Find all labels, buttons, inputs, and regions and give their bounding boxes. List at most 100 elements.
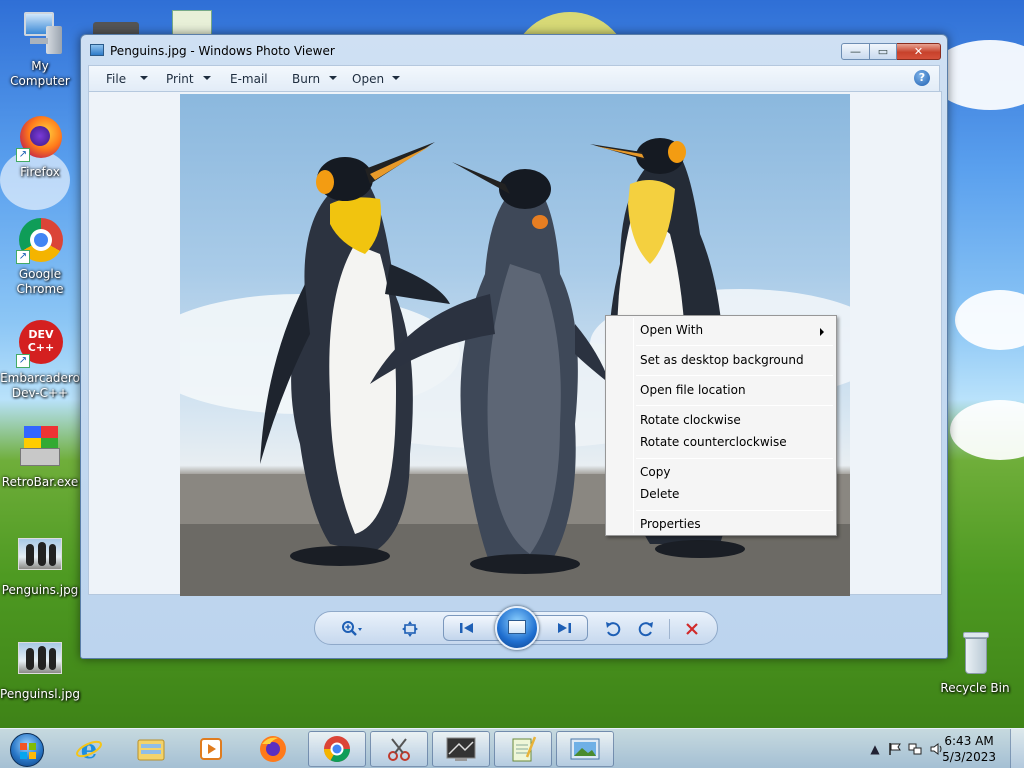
desktop-icon-chrome[interactable]: ↗ Google Chrome (0, 216, 80, 297)
title-bar[interactable]: Penguins.jpg - Windows Photo Viewer — ▭ … (81, 35, 947, 65)
action-center-flag-icon[interactable] (888, 742, 902, 756)
svg-text:e: e (81, 735, 98, 764)
desktop-icon-penguins-jpg[interactable]: Penguins.jpg (0, 532, 80, 598)
media-player-icon (200, 738, 222, 760)
slideshow-icon (508, 620, 526, 634)
desktop-icon-label: RetroBar.exe (1, 475, 79, 489)
delete-icon[interactable] (681, 618, 703, 640)
desktop-icon-my-computer[interactable]: My Computer (0, 8, 80, 89)
image-file-icon (16, 636, 64, 684)
start-button[interactable] (4, 730, 48, 768)
taskbar-firefox[interactable] (244, 731, 302, 767)
rotate-clockwise-icon[interactable] (635, 618, 657, 640)
help-icon[interactable]: ? (914, 70, 930, 86)
devcpp-icon: DEV C++ ↗ (16, 320, 64, 368)
photo-viewer-icon (570, 738, 600, 760)
context-item-open-with[interactable]: Open With (608, 320, 834, 340)
menu-separator (636, 458, 833, 459)
image-file-icon (16, 532, 64, 580)
viewer-controls (314, 606, 718, 650)
taskbar-photo-viewer[interactable] (556, 731, 614, 767)
desktop-icon-label: Firefox (20, 165, 60, 179)
desktop-icon-label: Embarcadero Dev-C++ (0, 371, 80, 400)
menu-open[interactable]: Open (352, 72, 384, 86)
photo-viewer-icon (90, 44, 104, 56)
desktop-icon-label: Recycle Bin (940, 681, 1010, 695)
cloud (950, 400, 1024, 460)
notepad-icon (512, 736, 537, 762)
notepad-desktop-icon[interactable] (172, 10, 212, 36)
taskbar-chrome[interactable] (308, 731, 366, 767)
command-bar: File Print E-mail Burn Open ? (88, 65, 940, 91)
shortcut-arrow-icon: ↗ (16, 148, 30, 162)
menu-file[interactable]: File (106, 72, 126, 86)
separator (669, 619, 670, 639)
context-item-rotate-clockwise[interactable]: Rotate clockwise (608, 410, 834, 430)
slideshow-button[interactable] (495, 606, 539, 650)
close-button[interactable]: ✕ (897, 43, 941, 60)
taskbar-paint[interactable] (432, 731, 490, 767)
menu-print[interactable]: Print (166, 72, 194, 86)
chevron-down-icon[interactable] (329, 76, 337, 80)
submenu-arrow-icon (820, 328, 824, 336)
network-icon[interactable] (908, 742, 922, 756)
context-item-label: Properties (640, 517, 701, 531)
context-item-set-desktop-background[interactable]: Set as desktop background (608, 350, 834, 370)
context-item-open-file-location[interactable]: Open file location (608, 380, 834, 400)
retrobar-icon (16, 424, 64, 472)
context-item-properties[interactable]: Properties (608, 514, 834, 534)
taskbar-notepad[interactable] (494, 731, 552, 767)
desktop-icon-penguinsl-jpg[interactable]: Penguinsl.jpg (0, 636, 80, 702)
context-item-copy[interactable]: Copy (608, 462, 834, 482)
desktop-icon-label: Penguins.jpg (1, 583, 79, 597)
paint-icon (446, 737, 476, 761)
menu-separator (636, 405, 833, 406)
recycle-bin-icon (951, 630, 999, 678)
desktop-icon-devcpp[interactable]: DEV C++ ↗ Embarcadero Dev-C++ (0, 320, 80, 401)
menu-burn[interactable]: Burn (292, 72, 320, 86)
next-icon[interactable] (553, 617, 575, 639)
context-item-label: Copy (640, 465, 671, 479)
internet-explorer-icon: e (76, 735, 102, 764)
context-item-label: Open With (640, 323, 704, 337)
taskbar-file-explorer[interactable] (122, 731, 180, 767)
menu-separator (636, 345, 833, 346)
desktop-icon-firefox[interactable]: ↗ Firefox (0, 114, 80, 180)
context-item-label: Open file location (640, 383, 746, 397)
context-item-label: Set as desktop background (640, 353, 804, 367)
desktop-icon-label: Penguinsl.jpg (0, 687, 80, 701)
caption-buttons: — ▭ ✕ (841, 43, 941, 60)
taskbar-snipping-tool[interactable] (370, 731, 428, 767)
window-title: Penguins.jpg - Windows Photo Viewer (110, 44, 335, 58)
chevron-down-icon[interactable] (392, 76, 400, 80)
file-explorer-icon (137, 739, 165, 761)
chevron-down-icon[interactable] (203, 76, 211, 80)
context-item-delete[interactable]: Delete (608, 484, 834, 504)
taskbar-internet-explorer[interactable]: e (60, 731, 118, 767)
desktop-icon-retrobar[interactable]: RetroBar.exe (0, 424, 80, 490)
taskbar-media-player[interactable] (182, 731, 240, 767)
clock[interactable]: 6:43 AM 5/3/2023 (942, 733, 996, 765)
zoom-icon[interactable] (341, 618, 363, 640)
show-desktop-button[interactable] (1010, 729, 1024, 768)
clock-date: 5/3/2023 (942, 750, 996, 764)
windows-logo-icon (10, 733, 44, 767)
context-item-label: Delete (640, 487, 680, 501)
chrome-icon (323, 736, 351, 763)
maximize-button[interactable]: ▭ (870, 43, 897, 60)
chevron-down-icon[interactable] (140, 76, 148, 80)
computer-icon (16, 8, 64, 56)
minimize-button[interactable]: — (841, 43, 870, 60)
desktop-icon-label: My Computer (10, 59, 70, 88)
previous-icon[interactable] (456, 617, 478, 639)
chrome-icon: ↗ (16, 216, 64, 264)
system-tray: ▲ 6:43 AM 5/3/2023 (844, 729, 1024, 768)
context-item-rotate-counterclockwise[interactable]: Rotate counterclockwise (608, 432, 834, 452)
context-menu: Open With Set as desktop background Open… (605, 315, 837, 536)
show-hidden-icons-chevron-up-icon[interactable]: ▲ (868, 742, 882, 756)
fit-window-icon[interactable] (399, 618, 421, 640)
firefox-icon: ↗ (16, 114, 64, 162)
menu-email[interactable]: E-mail (230, 72, 268, 86)
rotate-counterclockwise-icon[interactable] (602, 618, 624, 640)
taskbar: e ▲ 6:43 AM 5/3/2023 (0, 728, 1024, 768)
